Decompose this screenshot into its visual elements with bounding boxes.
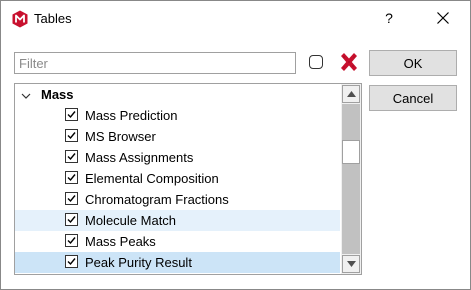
checkmark-icon <box>67 111 76 119</box>
tree-item-mass-assignments[interactable]: Mass Assignments <box>15 147 340 168</box>
window-title: Tables <box>34 11 72 26</box>
ok-button[interactable]: OK <box>369 50 457 76</box>
checkmark-icon <box>67 153 76 161</box>
tables-dialog: Tables ? OK Cancel <box>0 0 471 290</box>
checkmark-icon <box>67 258 76 266</box>
tables-tree: Mass Mass Prediction MS Browser Mass Ass… <box>14 83 362 275</box>
tree-item-ms-browser[interactable]: MS Browser <box>15 126 340 147</box>
cancel-button[interactable]: Cancel <box>369 85 457 111</box>
arrow-down-icon <box>346 261 356 267</box>
item-checkbox[interactable] <box>65 171 78 184</box>
item-checkbox[interactable] <box>65 255 78 268</box>
checkmark-icon <box>67 174 76 182</box>
checkmark-icon <box>67 132 76 140</box>
item-checkbox[interactable] <box>65 192 78 205</box>
scroll-down-button[interactable] <box>342 255 360 273</box>
tree-item-label: MS Browser <box>85 129 156 144</box>
item-checkbox[interactable] <box>65 108 78 121</box>
chevron-down-icon[interactable] <box>21 89 31 99</box>
select-all-checkbox[interactable] <box>309 55 323 69</box>
tree-item-label: Mass Prediction <box>85 108 178 123</box>
tree-item-chromatogram-fractions[interactable]: Chromatogram Fractions <box>15 189 340 210</box>
tree-group-mass[interactable]: Mass <box>15 84 340 105</box>
tree-item-molecule-match[interactable]: Molecule Match <box>15 210 340 231</box>
tree-item-label: Mass Assignments <box>85 150 194 165</box>
item-checkbox[interactable] <box>65 129 78 142</box>
close-icon <box>437 12 449 24</box>
tree-group-label: Mass <box>41 87 74 102</box>
tree-item-label: Peak Purity Result <box>85 255 192 270</box>
arrow-up-icon <box>346 91 356 97</box>
item-checkbox[interactable] <box>65 150 78 163</box>
checkmark-icon <box>67 216 76 224</box>
tree-item-mass-prediction[interactable]: Mass Prediction <box>15 105 340 126</box>
scroll-up-button[interactable] <box>342 85 360 103</box>
tree-item-label: Elemental Composition <box>85 171 219 186</box>
tree-item-label: Molecule Match <box>85 213 177 228</box>
filter-input[interactable] <box>14 52 296 74</box>
tree-item-peak-purity-result[interactable]: Peak Purity Result <box>15 252 340 273</box>
tree-item-label: Chromatogram Fractions <box>85 192 229 207</box>
item-checkbox[interactable] <box>65 213 78 226</box>
item-checkbox[interactable] <box>65 234 78 247</box>
tree-item-label: Mass Peaks <box>85 234 156 249</box>
vertical-scrollbar[interactable] <box>341 84 361 274</box>
scrollbar-track[interactable] <box>342 104 360 254</box>
title-bar: Tables ? <box>1 1 470 37</box>
tree-rows: Mass Mass Prediction MS Browser Mass Ass… <box>15 84 340 273</box>
scrollbar-thumb[interactable] <box>342 140 360 164</box>
clear-selection-icon[interactable] <box>338 51 360 73</box>
checkmark-icon <box>67 237 76 245</box>
help-button[interactable]: ? <box>375 4 403 32</box>
tree-item-elemental-composition[interactable]: Elemental Composition <box>15 168 340 189</box>
checkmark-icon <box>67 195 76 203</box>
tree-item-mass-peaks[interactable]: Mass Peaks <box>15 231 340 252</box>
close-button[interactable] <box>427 4 459 32</box>
app-logo-icon <box>11 10 29 28</box>
